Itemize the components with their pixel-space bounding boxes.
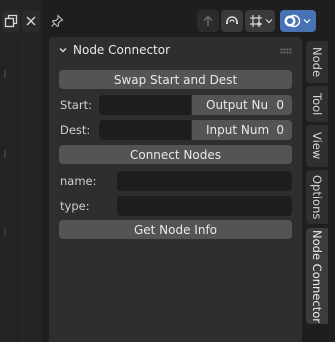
overlay-icon <box>284 14 301 28</box>
start-socket-label: Output Nu <box>206 98 269 112</box>
tab-node-connector[interactable]: Node Connector <box>306 228 328 324</box>
dest-label: Dest: <box>60 123 91 137</box>
swap-start-dest-button[interactable]: Swap Start and Dest <box>59 70 292 89</box>
panel-header[interactable]: Node Connector <box>49 37 302 63</box>
node-connector-panel: Node Connector Swap Start and Dest Start… <box>49 37 302 342</box>
get-node-info-button[interactable]: Get Node Info <box>59 220 292 239</box>
start-label: Start: <box>60 98 92 112</box>
dest-socket-label: Input Num <box>206 123 270 137</box>
tab-options[interactable]: Options <box>306 170 328 224</box>
type-label: type: <box>60 199 90 213</box>
grid-snap-icon <box>250 15 262 27</box>
editor-header <box>0 0 335 40</box>
strip-marker <box>4 228 6 236</box>
start-node-field[interactable] <box>99 95 191 115</box>
left-editor-strip <box>0 0 42 342</box>
type-field[interactable] <box>117 196 292 216</box>
strip-divider <box>22 36 23 342</box>
start-socket-field[interactable]: Output Nu 0 <box>192 95 292 115</box>
dest-socket-value: 0 <box>276 123 284 137</box>
dest-socket-field[interactable]: Input Num 0 <box>192 120 292 140</box>
duplicate-area-icon[interactable] <box>2 10 20 32</box>
chevron-down-icon <box>265 19 273 24</box>
name-label: name: <box>60 174 97 188</box>
start-socket-value: 0 <box>276 98 284 112</box>
tab-tool[interactable]: Tool <box>306 86 328 122</box>
tab-view[interactable]: View <box>306 125 328 167</box>
strip-marker <box>4 70 6 78</box>
panel-title: Node Connector <box>73 43 171 57</box>
pin-icon[interactable] <box>48 10 66 32</box>
close-icon[interactable] <box>22 10 40 32</box>
name-field[interactable] <box>117 171 292 191</box>
sidebar-tabs: Node Tool View Options Node Connector <box>304 37 335 342</box>
drag-grip-icon[interactable] <box>280 48 292 54</box>
strip-marker <box>4 150 6 158</box>
parent-node-tree-icon[interactable] <box>197 10 219 32</box>
snap-target-dropdown[interactable] <box>245 10 275 32</box>
tab-node[interactable]: Node <box>306 41 328 83</box>
dest-node-field[interactable] <box>99 120 191 140</box>
overlays-dropdown[interactable] <box>280 10 316 32</box>
collapse-chevron-icon[interactable] <box>58 45 68 55</box>
snap-magnet-icon[interactable] <box>221 10 243 32</box>
connect-nodes-button[interactable]: Connect Nodes <box>59 145 292 164</box>
chevron-down-icon <box>303 19 311 24</box>
